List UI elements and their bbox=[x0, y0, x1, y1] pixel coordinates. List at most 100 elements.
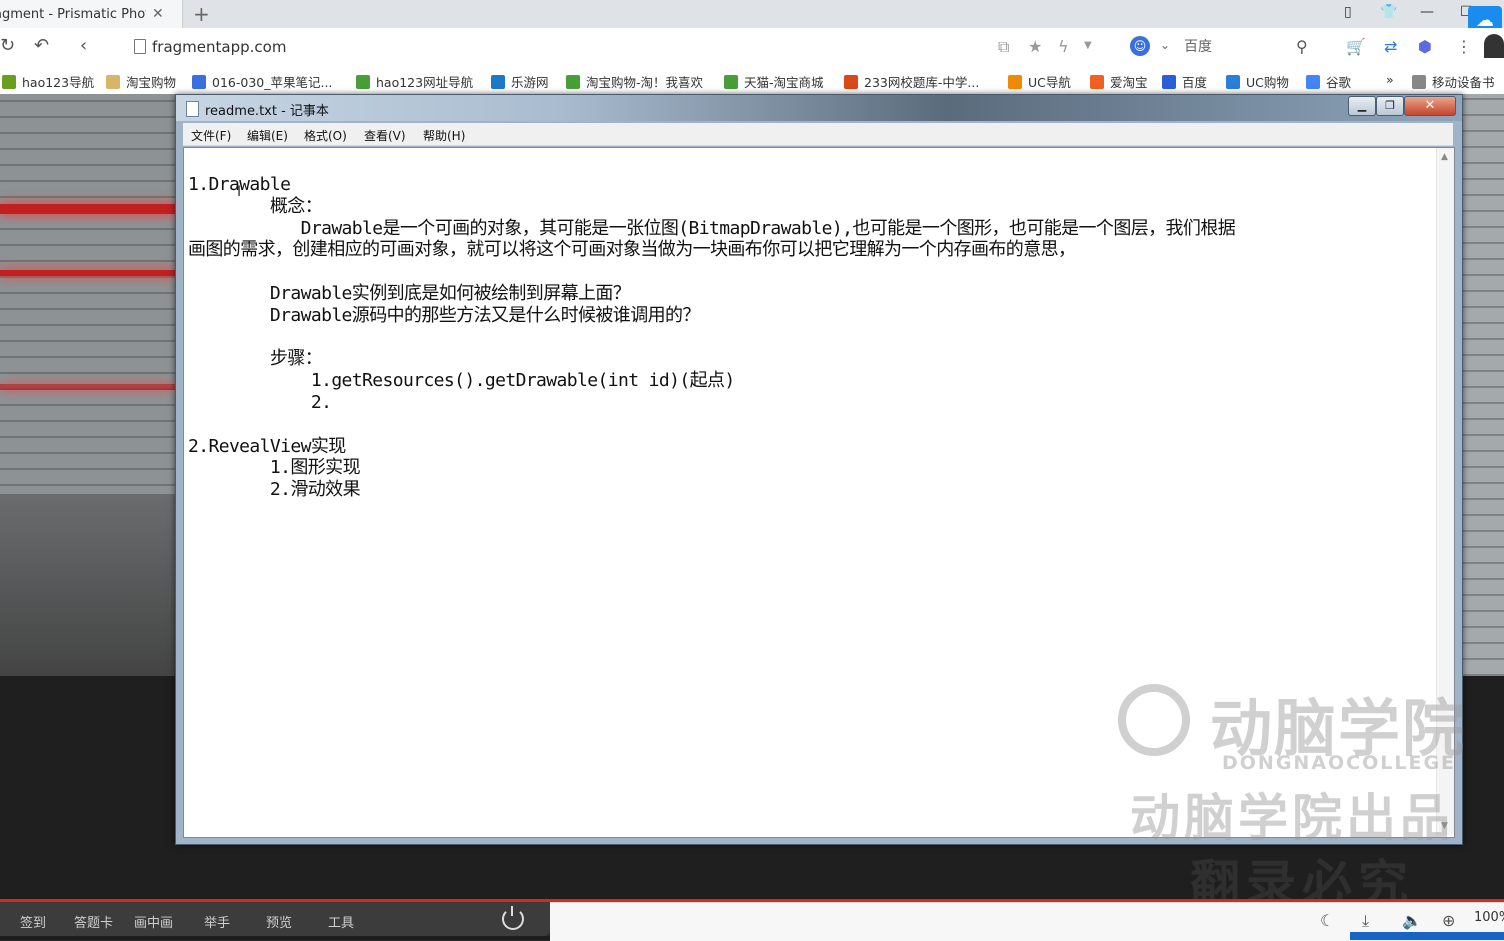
browser-tab-bar: agment - Prismatic Photo ✕ + ▯ 👕 — ☐ ☁ bbox=[0, 0, 1504, 36]
player-button[interactable]: 预览 bbox=[266, 912, 292, 931]
player-button[interactable]: 答题卡 bbox=[74, 912, 113, 931]
player-button[interactable]: 画中画 bbox=[134, 912, 173, 931]
notepad-menu-item[interactable]: 文件(F) bbox=[191, 127, 231, 144]
baidu-icon: ☺ bbox=[1130, 36, 1150, 56]
bookmark-label: UC导航 bbox=[1028, 75, 1071, 90]
bookmark-item[interactable]: 乐游网 bbox=[491, 72, 549, 91]
google-icon bbox=[1306, 74, 1320, 89]
scroll-up-icon[interactable]: ▲ bbox=[1441, 152, 1448, 162]
volume-icon[interactable]: 🔈 bbox=[1402, 911, 1422, 930]
power-icon[interactable] bbox=[502, 906, 524, 930]
bookmark-label: 乐游网 bbox=[511, 75, 549, 90]
cart-icon[interactable]: 🛒 bbox=[1346, 37, 1366, 56]
shield-icon[interactable]: ⬢ bbox=[1418, 37, 1432, 56]
chevron-down-icon: ⌄ bbox=[1160, 38, 1171, 52]
back-icon[interactable]: ‹ bbox=[80, 35, 87, 56]
bookmark-item[interactable]: 016-030_苹果笔记... bbox=[192, 72, 332, 91]
zoom-level[interactable]: 100% bbox=[1474, 910, 1504, 925]
status-blue-strip bbox=[1350, 932, 1504, 940]
search-engine-name: 百度 bbox=[1184, 39, 1212, 55]
cart-icon bbox=[1226, 74, 1240, 89]
bookmark-item[interactable]: UC导航 bbox=[1008, 72, 1071, 91]
bookmark-item[interactable]: hao123网址导航 bbox=[356, 72, 473, 91]
taobao-icon bbox=[1090, 74, 1104, 89]
browser-tab[interactable]: agment - Prismatic Photo ✕ bbox=[0, 0, 183, 28]
bookmark-label: 016-030_苹果笔记... bbox=[212, 75, 333, 90]
refresh-icon[interactable]: ↻ bbox=[0, 35, 15, 56]
bookmark-label: hao123网址导航 bbox=[376, 75, 474, 90]
scroll-down-icon[interactable]: ▼ bbox=[1441, 821, 1448, 831]
light-stripe bbox=[0, 204, 176, 214]
player-button[interactable]: 工具 bbox=[328, 912, 354, 931]
bookmark-item[interactable]: 爱淘宝 bbox=[1090, 72, 1148, 91]
book-icon bbox=[844, 74, 858, 89]
vertical-scrollbar[interactable]: ▲ ▼ bbox=[1436, 148, 1454, 835]
player-button[interactable]: 举手 bbox=[204, 912, 230, 931]
house-icon bbox=[356, 74, 370, 89]
tab-title: agment - Prismatic Photo bbox=[0, 6, 146, 22]
bookmark-label: 百度 bbox=[1182, 75, 1208, 90]
bookmark-item[interactable]: 移动设备书 bbox=[1412, 72, 1495, 91]
bookmark-label: 233网校题库-中学... bbox=[864, 75, 980, 90]
address-bar-row: ↻ ↶ ‹ fragmentapp.com ⧉ ★ ϟ ▼ ☺ ⌄ 百度 ⚲ 🛒… bbox=[0, 28, 1504, 67]
search-engine-selector[interactable]: ☺ ⌄ 百度 bbox=[1130, 36, 1212, 56]
bookmark-label: » bbox=[1386, 72, 1394, 87]
bookmark-label: UC购物 bbox=[1246, 75, 1289, 90]
new-tab-button[interactable]: + bbox=[193, 2, 210, 26]
bookmark-item[interactable]: hao123导航 bbox=[2, 72, 94, 91]
notepad-titlebar[interactable]: readme.txt - 记事本 ▁ ❐ ✕ bbox=[176, 95, 1462, 121]
minimize-icon[interactable]: — bbox=[1420, 4, 1434, 20]
bird-icon bbox=[2, 74, 16, 89]
bookmark-item[interactable]: 谷歌 bbox=[1306, 72, 1351, 91]
bottom-strip bbox=[0, 936, 550, 940]
bookmark-item[interactable]: 淘宝购物 bbox=[106, 72, 176, 91]
house-icon bbox=[566, 74, 580, 89]
night-mode-icon[interactable]: ☾ bbox=[1320, 911, 1334, 930]
page-icon bbox=[134, 39, 146, 54]
translate-icon[interactable]: ⧉ bbox=[998, 37, 1009, 57]
tunnel-wall-right bbox=[1460, 94, 1504, 754]
text-cursor-icon: I bbox=[237, 184, 242, 200]
avatar[interactable] bbox=[1484, 34, 1504, 58]
search-icon[interactable]: ⚲ bbox=[1296, 37, 1308, 56]
bookmark-label: 爱淘宝 bbox=[1110, 75, 1148, 90]
phone-icon bbox=[1412, 74, 1426, 89]
bookmark-item[interactable]: » bbox=[1386, 72, 1394, 87]
bookmark-item[interactable]: 百度 bbox=[1162, 72, 1207, 91]
house-icon bbox=[724, 74, 738, 89]
menu-icon[interactable]: ⋮ bbox=[1456, 37, 1472, 56]
notepad-title: readme.txt - 记事本 bbox=[205, 104, 329, 119]
notepad-restore-icon[interactable]: ❐ bbox=[1376, 96, 1404, 116]
notepad-editor[interactable]: 1.Drawable 概念： Drawable是一个可画的对象，其可能是一张位图… bbox=[183, 147, 1455, 838]
notepad-menu-item[interactable]: 帮助(H) bbox=[423, 127, 465, 144]
game-icon bbox=[491, 74, 505, 89]
star-icon[interactable]: ★ bbox=[1028, 37, 1042, 56]
bookmarks-bar: hao123导航 淘宝购物 016-030_苹果笔记... hao123网址导航 乐游网… bbox=[0, 66, 1504, 95]
notepad-content[interactable]: 1.Drawable 概念： Drawable是一个可画的对象，其可能是一张位图… bbox=[188, 174, 1433, 501]
bookmark-item[interactable]: 淘宝购物-淘！我喜欢 bbox=[566, 72, 703, 91]
skin-icon[interactable]: 👕 bbox=[1380, 4, 1397, 20]
notepad-menu-item[interactable]: 格式(O) bbox=[304, 127, 347, 144]
notepad-minimize-icon[interactable]: ▁ bbox=[1348, 96, 1376, 116]
bookmark-label: 淘宝购物-淘！我喜欢 bbox=[586, 75, 704, 90]
tab-close-icon[interactable]: ✕ bbox=[152, 6, 164, 22]
player-button[interactable]: 签到 bbox=[20, 912, 46, 931]
translate-ext-icon[interactable]: ⇄ bbox=[1384, 37, 1397, 56]
bookmark-item[interactable]: 天猫-淘宝商城 bbox=[724, 72, 824, 91]
undo-icon[interactable]: ↶ bbox=[34, 35, 49, 56]
notepad-close-icon[interactable]: ✕ bbox=[1404, 96, 1456, 116]
notepad-menu-item[interactable]: 查看(V) bbox=[364, 127, 406, 144]
download-icon[interactable]: ⤓ bbox=[1362, 911, 1369, 931]
zoom-icon[interactable]: ⊕ bbox=[1442, 911, 1455, 930]
dropdown-icon[interactable]: ▼ bbox=[1084, 40, 1092, 51]
play-icon bbox=[192, 74, 206, 89]
notepad-file-icon bbox=[186, 101, 199, 117]
bookmark-item[interactable]: 233网校题库-中学... bbox=[844, 72, 979, 91]
lightning-icon[interactable]: ϟ bbox=[1058, 37, 1069, 56]
sidebar-toggle-icon[interactable]: ▯ bbox=[1344, 4, 1352, 20]
bookmark-item[interactable]: UC购物 bbox=[1226, 72, 1289, 91]
notepad-menu-item[interactable]: 编辑(E) bbox=[247, 127, 288, 144]
paw-icon bbox=[1162, 74, 1176, 89]
url-text: fragmentapp.com bbox=[152, 38, 287, 56]
uc-icon bbox=[1008, 74, 1022, 89]
